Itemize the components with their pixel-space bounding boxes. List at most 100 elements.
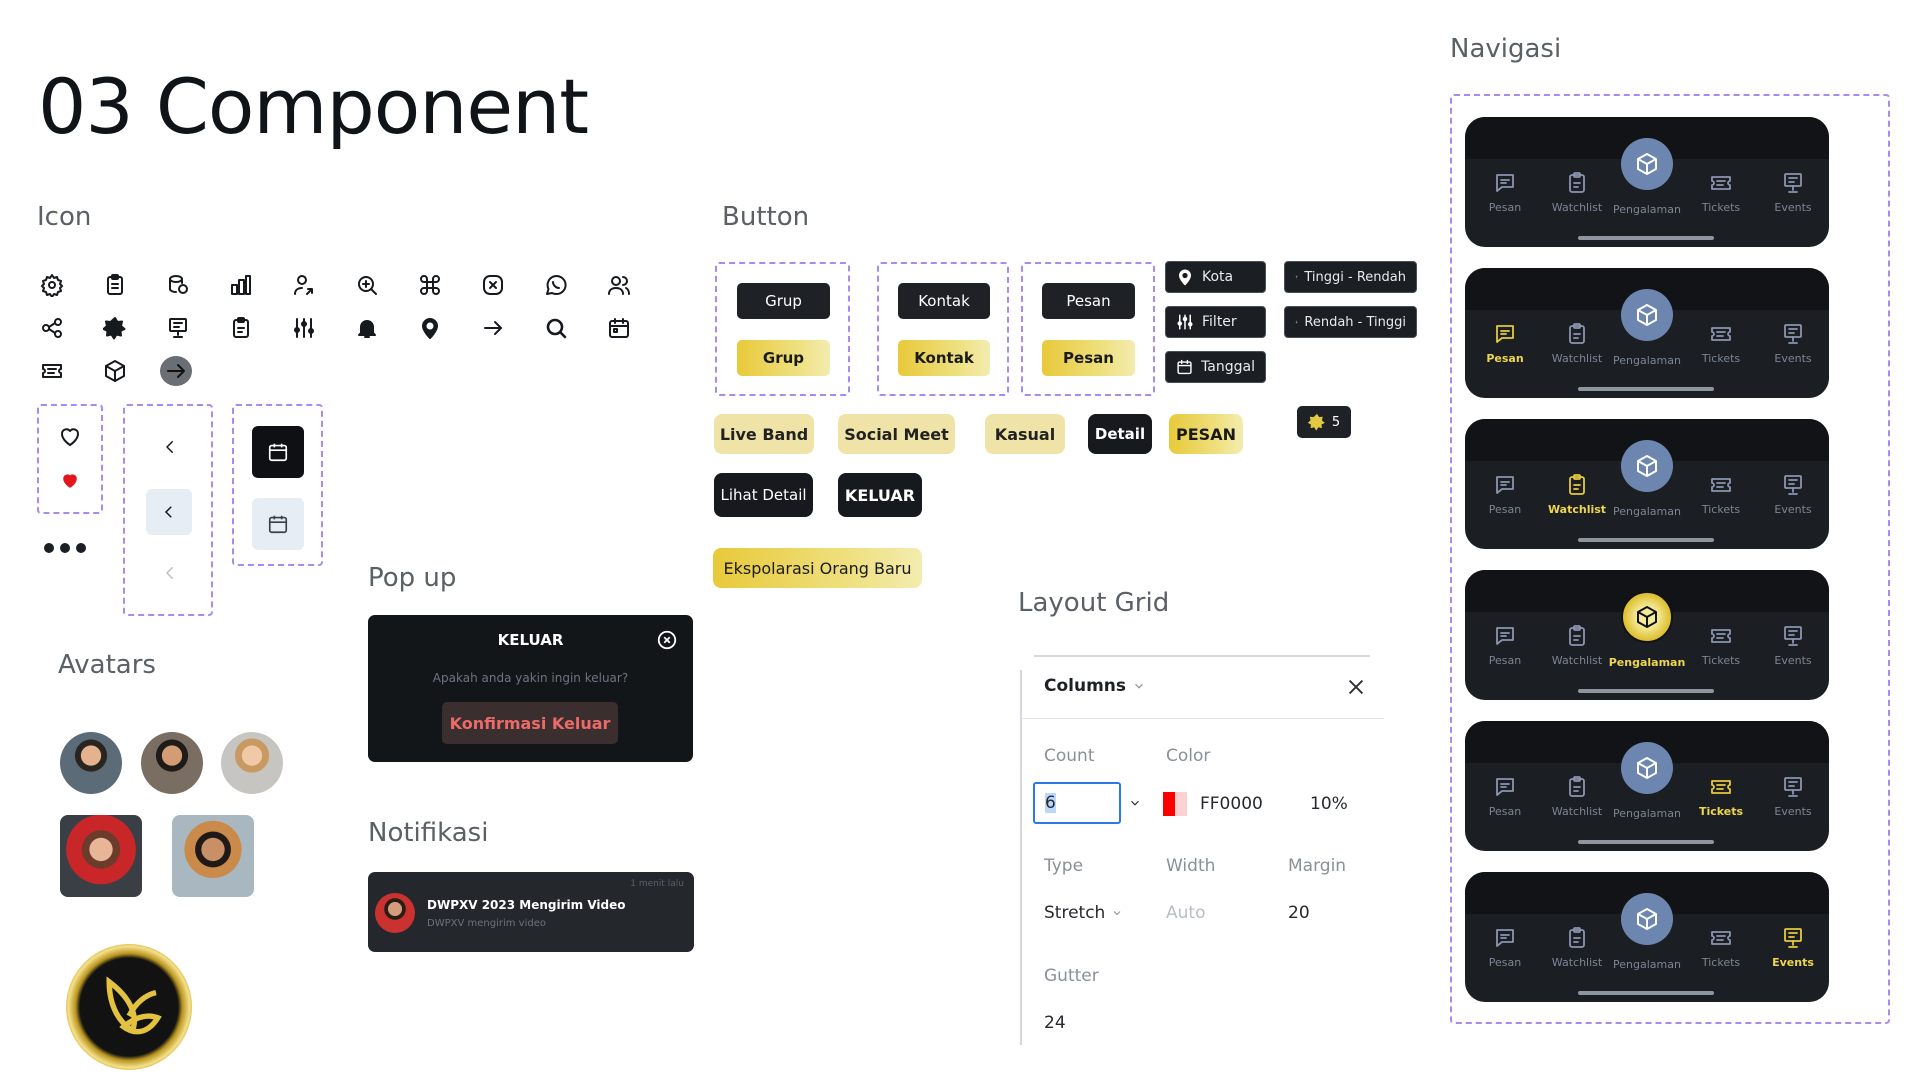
nav-item-watchlist[interactable]: Watchlist: [1547, 322, 1607, 365]
star-badge-icon[interactable]: [100, 313, 130, 343]
grup-button-gold[interactable]: Grup: [737, 340, 830, 376]
nav-item-events[interactable]: Events: [1763, 171, 1823, 214]
count-input[interactable]: 6: [1033, 782, 1121, 824]
chevron-left-icon[interactable]: [155, 432, 185, 462]
nav-item-pesan[interactable]: Pesan: [1475, 926, 1535, 969]
nav-item-pengalaman[interactable]: [1621, 893, 1673, 945]
nav-item-pengalaman[interactable]: [1621, 440, 1673, 492]
nav-item-tickets[interactable]: Tickets: [1691, 473, 1751, 516]
search-icon[interactable]: [541, 313, 571, 343]
nav-item-watchlist[interactable]: Watchlist: [1547, 473, 1607, 516]
nav-item-events[interactable]: Events: [1763, 473, 1823, 516]
opacity-value[interactable]: 10%: [1310, 794, 1348, 814]
avatar[interactable]: [141, 732, 203, 794]
pesan-caps-button[interactable]: PESAN: [1169, 414, 1243, 454]
calendar-icon[interactable]: [604, 313, 634, 343]
nav-item-pesan[interactable]: Pesan: [1475, 322, 1535, 365]
notification-card[interactable]: 1 menit lalu DWPXV 2023 Mengirim Video D…: [368, 872, 694, 952]
nav-item-tickets[interactable]: Tickets: [1691, 322, 1751, 365]
avatar[interactable]: [172, 815, 254, 897]
close-square-icon[interactable]: [478, 270, 508, 300]
nav-item-events[interactable]: Events: [1763, 775, 1823, 818]
rating-badge[interactable]: 5: [1297, 406, 1351, 438]
kontak-button[interactable]: Kontak: [898, 283, 990, 319]
share-icon[interactable]: [37, 313, 67, 343]
more-dots-icon[interactable]: [44, 543, 90, 555]
nav-item-pesan[interactable]: Pesan: [1475, 624, 1535, 667]
nav-item-tickets[interactable]: Tickets: [1691, 171, 1751, 214]
nav-item-watchlist[interactable]: Watchlist: [1547, 926, 1607, 969]
detail-button[interactable]: Detail: [1088, 414, 1152, 454]
command-icon[interactable]: [415, 270, 445, 300]
nav-item-events[interactable]: Events: [1763, 624, 1823, 667]
pesan-button-gold[interactable]: Pesan: [1042, 340, 1135, 376]
social-meet-chip[interactable]: Social Meet: [838, 414, 955, 454]
avatar[interactable]: [221, 732, 283, 794]
calendar-active-icon[interactable]: [252, 426, 304, 478]
arrow-circle-icon[interactable]: [160, 356, 192, 386]
eksplorasi-button[interactable]: Ekspolarasi Orang Baru: [713, 548, 922, 588]
live-band-chip[interactable]: Live Band: [714, 414, 814, 454]
width-value[interactable]: Auto: [1166, 903, 1205, 923]
whatsapp-icon[interactable]: [541, 270, 571, 300]
heart-outline-icon[interactable]: [55, 422, 85, 452]
nav-item-pengalaman[interactable]: [1621, 742, 1673, 794]
type-dropdown[interactable]: Stretch: [1044, 903, 1123, 923]
nav-item-pesan[interactable]: Pesan: [1475, 171, 1535, 214]
avatar[interactable]: [60, 815, 142, 897]
nav-item-tickets[interactable]: Tickets: [1691, 624, 1751, 667]
nav-item-pengalaman[interactable]: [1621, 138, 1673, 190]
columns-dropdown[interactable]: Columns: [1044, 676, 1146, 696]
nav-item-watchlist[interactable]: Watchlist: [1547, 775, 1607, 818]
calendar-inactive-icon[interactable]: [252, 498, 304, 550]
user-arrow-icon[interactable]: [289, 270, 319, 300]
users-icon[interactable]: [604, 270, 634, 300]
zoom-icon[interactable]: [352, 270, 382, 300]
confirm-logout-button[interactable]: Konfirmasi Keluar: [442, 702, 618, 744]
presentation-icon[interactable]: [163, 313, 193, 343]
clipboard-check-icon[interactable]: [226, 313, 256, 343]
ticket-icon[interactable]: [37, 356, 67, 386]
filter-button[interactable]: Filter: [1165, 306, 1266, 338]
nav-item-tickets[interactable]: Tickets: [1691, 775, 1751, 818]
cube-icon[interactable]: [100, 356, 130, 386]
color-value[interactable]: FF0000: [1200, 794, 1263, 814]
sort-low-high-button[interactable]: Rendah - Tinggi: [1284, 306, 1417, 338]
sort-high-low-button[interactable]: Tinggi - Rendah: [1284, 261, 1417, 293]
close-icon[interactable]: [1345, 676, 1369, 700]
bell-icon[interactable]: [352, 313, 382, 343]
nav-item-events[interactable]: Events: [1763, 926, 1823, 969]
sliders-icon[interactable]: [289, 313, 319, 343]
avatar[interactable]: [60, 732, 122, 794]
kota-filter-button[interactable]: Kota: [1165, 261, 1266, 293]
nav-item-watchlist[interactable]: Watchlist: [1547, 624, 1607, 667]
database-icon[interactable]: [163, 270, 193, 300]
nav-item-events[interactable]: Events: [1763, 322, 1823, 365]
gutter-value[interactable]: 24: [1044, 1013, 1066, 1033]
heart-filled-icon[interactable]: [55, 466, 85, 496]
close-icon[interactable]: [656, 629, 680, 653]
clipboard-icon[interactable]: [100, 270, 130, 300]
kontak-button-gold[interactable]: Kontak: [898, 340, 990, 376]
chevron-left-pressed-icon[interactable]: [146, 489, 192, 535]
nav-item-pengalaman[interactable]: [1621, 289, 1673, 341]
chevron-down-icon[interactable]: [1128, 796, 1142, 810]
gear-icon[interactable]: [37, 270, 67, 300]
pesan-button[interactable]: Pesan: [1042, 283, 1135, 319]
nav-item-tickets[interactable]: Tickets: [1691, 926, 1751, 969]
lihat-detail-button[interactable]: Lihat Detail: [714, 473, 813, 517]
chevron-left-disabled-icon[interactable]: [155, 558, 185, 588]
bar-chart-icon[interactable]: [226, 270, 256, 300]
arrow-right-icon[interactable]: [478, 313, 508, 343]
nav-item-pengalaman[interactable]: [1621, 591, 1673, 643]
margin-value[interactable]: 20: [1288, 903, 1310, 923]
nav-item-pesan[interactable]: Pesan: [1475, 473, 1535, 516]
color-swatch[interactable]: [1163, 792, 1187, 816]
nav-item-pesan[interactable]: Pesan: [1475, 775, 1535, 818]
grup-button[interactable]: Grup: [737, 283, 830, 319]
keluar-button[interactable]: KELUAR: [838, 473, 922, 517]
map-pin-icon[interactable]: [415, 313, 445, 343]
nav-item-watchlist[interactable]: Watchlist: [1547, 171, 1607, 214]
tanggal-button[interactable]: Tanggal: [1165, 351, 1266, 383]
kasual-chip[interactable]: Kasual: [985, 414, 1065, 454]
